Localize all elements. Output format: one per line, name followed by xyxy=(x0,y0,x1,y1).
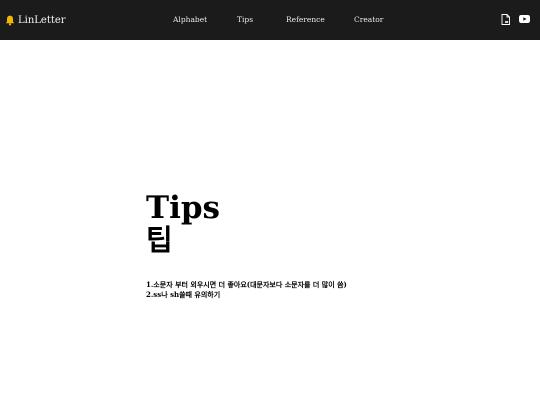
brand-label: LinLetter xyxy=(18,14,66,26)
brand-link[interactable]: LinLetter xyxy=(5,12,66,28)
tip-item: 2.ss나 sh쓸때 유의하기 xyxy=(146,290,221,299)
tip-item: 1.소문자 부터 외우시면 더 좋아요(대문자보다 소문자를 더 많이 씀) xyxy=(146,280,347,289)
page-subtitle-korean: 팁 xyxy=(146,223,173,257)
tips-section: Tips 팁 1.소문자 부터 외우시면 더 좋아요(대문자보다 소문자를 더 … xyxy=(146,190,446,300)
nav-link-alphabet[interactable]: Alphabet xyxy=(173,15,207,25)
nav-link-reference[interactable]: Reference xyxy=(286,15,325,25)
navbar: LinLetter Alphabet Tips Reference Creato… xyxy=(0,0,540,40)
youtube-icon[interactable] xyxy=(519,13,530,25)
page-title: Tips xyxy=(146,190,220,226)
file-icon[interactable] xyxy=(500,13,511,25)
tips-list: 1.소문자 부터 외우시면 더 좋아요(대문자보다 소문자를 더 많이 씀) 2… xyxy=(146,280,446,300)
nav-link-creator[interactable]: Creator xyxy=(354,15,383,25)
bell-icon xyxy=(5,15,15,26)
nav-link-tips[interactable]: Tips xyxy=(237,15,253,25)
